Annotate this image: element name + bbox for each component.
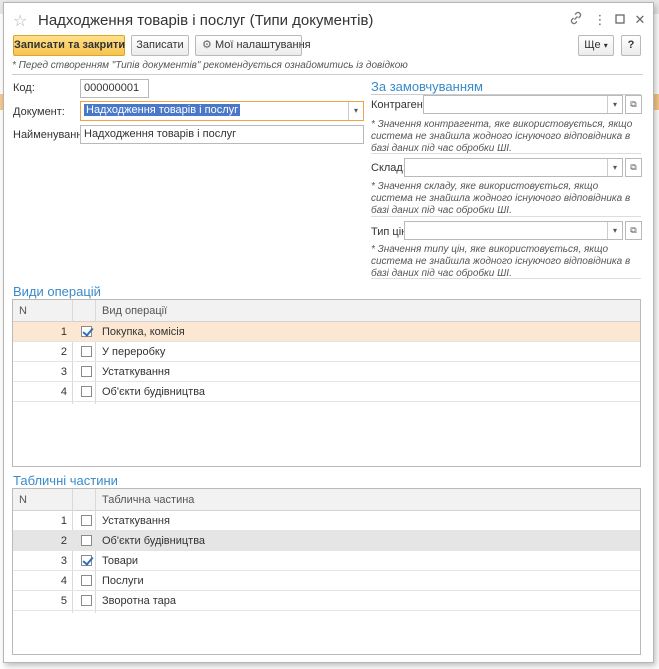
toolbar-separator <box>12 74 643 75</box>
row-checkbox[interactable] <box>81 326 92 337</box>
code-field[interactable]: 000000001 <box>80 79 149 98</box>
column-tabular-header[interactable]: Таблична частина <box>102 494 194 506</box>
warehouse-label: Склад: <box>371 162 406 174</box>
tabular-table-header: N Таблична частина <box>13 489 640 511</box>
dialog-window: ☆ Надходження товарів і послуг (Типи док… <box>3 2 654 663</box>
row-number: 1 <box>60 515 67 527</box>
operations-table-header: N Вид операції <box>13 300 640 322</box>
save-button[interactable]: Записати <box>131 35 189 56</box>
row-name: Послуги <box>102 575 144 587</box>
row-name: Устаткування <box>102 366 170 378</box>
document-value: Надходження товарів і послуг <box>84 104 241 116</box>
name-field[interactable]: Надходження товарів і послуг <box>80 125 364 144</box>
chevron-down-icon: ▾ <box>603 41 608 50</box>
row-number: 4 <box>60 575 67 587</box>
row-checkbox[interactable] <box>81 515 92 526</box>
row-checkbox[interactable] <box>81 575 92 586</box>
column-n-header[interactable]: N <box>19 494 27 506</box>
dropdown-arrow-icon[interactable]: ▾ <box>607 96 622 113</box>
gear-icon: ⚙ <box>202 39 212 51</box>
hint-separator <box>371 278 641 279</box>
price-type-hint: * Значення типу цін, яке використовуєтьс… <box>371 244 631 279</box>
open-icon[interactable]: ⧉ <box>625 158 642 177</box>
row-name: Покупка, комісія <box>102 326 185 338</box>
row-number: 3 <box>60 366 67 378</box>
my-settings-label: Мої налаштування <box>214 39 311 51</box>
more-button[interactable]: Ще ▾ <box>578 35 614 56</box>
row-name: У переробку <box>102 346 166 358</box>
row-number: 1 <box>60 326 67 338</box>
table-row[interactable]: 4 Об'єкти будівництва <box>13 382 640 402</box>
counterparty-label: Контрагент: <box>371 99 431 111</box>
table-row[interactable]: 1 Устаткування <box>13 511 640 531</box>
notice-text: * Перед створенням "Типів документів" ре… <box>12 60 408 71</box>
dropdown-arrow-icon[interactable]: ▾ <box>607 159 622 176</box>
row-checkbox[interactable] <box>81 386 92 397</box>
open-icon[interactable]: ⧉ <box>625 221 642 240</box>
table-row[interactable]: 2 Об'єкти будівництва <box>13 531 640 551</box>
defaults-section-title: За замовчуванням <box>371 79 483 94</box>
hint-separator <box>371 153 641 154</box>
counterparty-hint: * Значення контрагента, яке використовує… <box>371 119 633 154</box>
my-settings-button[interactable]: ⚙ Мої налаштування <box>195 35 311 56</box>
table-row[interactable]: 3 Товари <box>13 551 640 571</box>
warehouse-select[interactable]: ▾ <box>404 158 623 177</box>
warehouse-hint: * Значення складу, яке використовується,… <box>371 181 631 216</box>
table-row[interactable]: 2 У переробку <box>13 342 640 362</box>
open-icon[interactable]: ⧉ <box>625 95 642 114</box>
price-type-select[interactable]: ▾ <box>404 221 623 240</box>
row-name: Устаткування <box>102 515 170 527</box>
tabular-table: N Таблична частина 1 Устаткування 2 Об'є… <box>12 488 641 655</box>
table-row[interactable]: 5 Зворотна тара <box>13 591 640 611</box>
document-select[interactable]: Надходження товарів і послуг ▾ <box>80 101 364 121</box>
favorite-star-icon[interactable]: ☆ <box>13 11 27 31</box>
save-and-close-button[interactable]: Записати та закрити <box>13 35 125 56</box>
code-label: Код: <box>13 82 35 94</box>
table-row[interactable]: 1 Покупка, комісія <box>13 322 640 342</box>
help-button[interactable]: ? <box>621 35 641 56</box>
row-number: 3 <box>60 555 67 567</box>
row-checkbox[interactable] <box>81 346 92 357</box>
document-label: Документ: <box>13 106 65 118</box>
counterparty-select[interactable]: ▾ <box>423 95 623 114</box>
row-name: Зворотна тара <box>102 595 177 607</box>
more-label: Ще <box>584 39 601 51</box>
row-name: Об'єкти будівництва <box>102 386 206 398</box>
operations-table: N Вид операції 1 Покупка, комісія 2 У пе… <box>12 299 641 467</box>
row-checkbox[interactable] <box>81 535 92 546</box>
row-number: 2 <box>60 346 67 358</box>
column-n-header[interactable]: N <box>19 305 27 317</box>
table-row[interactable]: 3 Устаткування <box>13 362 640 382</box>
hint-separator <box>371 216 641 217</box>
tabular-section-title: Табличні частини <box>13 473 118 488</box>
row-checkbox[interactable] <box>81 595 92 606</box>
row-number: 5 <box>60 595 67 607</box>
maximize-icon[interactable] <box>611 11 629 29</box>
dropdown-arrow-icon[interactable]: ▾ <box>348 102 363 120</box>
row-name: Об'єкти будівництва <box>102 535 206 547</box>
column-operation-header[interactable]: Вид операції <box>102 305 167 317</box>
row-name: Товари <box>102 555 139 567</box>
row-number: 2 <box>60 535 67 547</box>
row-number: 4 <box>60 386 67 398</box>
row-checkbox[interactable] <box>81 366 92 377</box>
close-icon[interactable]: ✕ <box>631 11 649 29</box>
operations-section-title: Види операцій <box>13 284 101 299</box>
more-vertical-icon[interactable]: ⋮ <box>591 11 609 29</box>
link-icon[interactable] <box>567 11 585 29</box>
window-title: Надходження товарів і послуг (Типи докум… <box>38 12 374 29</box>
table-row[interactable]: 4 Послуги <box>13 571 640 591</box>
dropdown-arrow-icon[interactable]: ▾ <box>607 222 622 239</box>
row-checkbox[interactable] <box>81 555 92 566</box>
